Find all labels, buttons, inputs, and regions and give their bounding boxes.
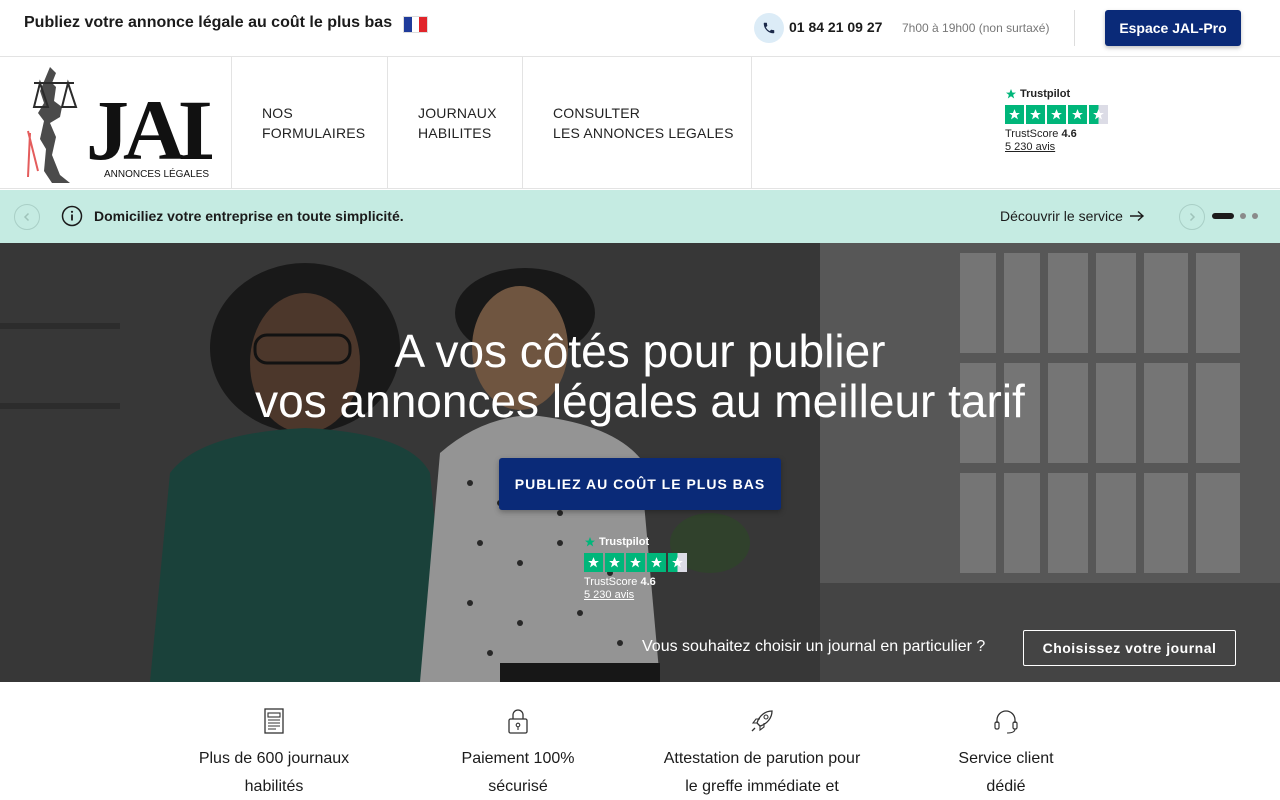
trustpilot-star-icon xyxy=(1006,89,1016,99)
divider xyxy=(751,57,752,189)
trustpilot-brand: Trustpilot xyxy=(599,536,650,548)
feature-attestation: Attestation de parution pour le greffe i… xyxy=(642,706,882,800)
rocket-icon xyxy=(751,710,773,732)
trustpilot-star-icon xyxy=(585,537,595,547)
star-icon xyxy=(1026,105,1045,124)
trustpilot-stars xyxy=(584,553,687,572)
nav-item-journaux[interactable]: JOURNAUX HABILITES xyxy=(387,57,522,189)
feature-service-client: Service client dédié xyxy=(886,706,1126,800)
journal-question: Vous souhaitez choisir un journal en par… xyxy=(642,638,986,655)
feature-line: Service client xyxy=(958,750,1054,767)
divider xyxy=(1074,10,1075,46)
nav-item-label: CONSULTER LES ANNONCES LEGALES xyxy=(553,105,734,141)
carousel-dot[interactable] xyxy=(1212,213,1234,219)
announcement-text: Domiciliez votre entreprise en toute sim… xyxy=(94,208,404,224)
feature-journaux: Plus de 600 journaux habilités xyxy=(154,706,394,800)
trustpilot-widget[interactable]: Trustpilot TrustScore 4.6 5 230 avis xyxy=(584,536,687,601)
half-star-icon xyxy=(668,553,687,572)
logo-subtext: ANNONCES LÉGALES xyxy=(104,167,209,180)
hero-title-line: vos annonces légales au meilleur tarif xyxy=(255,375,1025,427)
chevron-right-icon xyxy=(1189,212,1196,222)
trustpilot-brand: Trustpilot xyxy=(1020,88,1071,100)
newspaper-icon xyxy=(264,708,284,734)
star-icon xyxy=(626,553,645,572)
announcement-bar: Domiciliez votre entreprise en toute sim… xyxy=(0,190,1280,243)
lock-icon xyxy=(508,709,528,734)
star-icon xyxy=(1005,105,1024,124)
star-icon xyxy=(1068,105,1087,124)
star-icon xyxy=(647,553,666,572)
carousel-dot[interactable] xyxy=(1252,213,1258,219)
hero-title: A vos côtés pour publier vos annonces lé… xyxy=(0,326,1280,426)
hero-title-line: A vos côtés pour publier xyxy=(394,325,886,377)
feature-line: habilités xyxy=(244,778,304,795)
phone-icon[interactable] xyxy=(754,13,784,43)
feature-paiement: Paiement 100% sécurisé xyxy=(398,706,638,800)
nav-item-formulaires[interactable]: NOS FORMULAIRES xyxy=(231,57,387,189)
top-tagline: Publiez votre annonce légale au coût le … xyxy=(24,14,393,31)
arrow-right-icon xyxy=(1129,210,1144,222)
trustpilot-reviews-link[interactable]: 5 230 avis xyxy=(1005,141,1108,153)
feature-line: le greffe immédiate et xyxy=(685,778,839,795)
star-icon xyxy=(1047,105,1066,124)
trustscore-label: TrustScore xyxy=(584,576,638,588)
jal-logo[interactable]: JAL ANNONCES LÉGALES xyxy=(22,61,239,185)
hero-section: A vos côtés pour publier vos annonces lé… xyxy=(0,243,1280,682)
trustscore-value: 4.6 xyxy=(1061,128,1077,140)
trustscore-label: TrustScore xyxy=(1005,128,1059,140)
nav-item-label: NOS FORMULAIRES xyxy=(262,105,366,141)
info-icon xyxy=(61,205,83,227)
french-flag-icon[interactable] xyxy=(403,16,428,33)
choose-journal-button[interactable]: Choisissez votre journal xyxy=(1023,630,1236,666)
main-nav: JAL ANNONCES LÉGALES NOS FORMULAIRES JOU… xyxy=(0,57,1280,189)
trustscore-value: 4.6 xyxy=(640,576,656,588)
star-icon xyxy=(605,553,624,572)
feature-line: sécurisé xyxy=(488,778,548,795)
star-icon xyxy=(584,553,603,572)
feature-line: Paiement 100% xyxy=(461,750,575,767)
carousel-next-button[interactable] xyxy=(1179,204,1205,230)
discover-service-label: Découvrir le service xyxy=(1000,208,1123,224)
carousel-dots xyxy=(1212,213,1258,219)
espace-pro-button[interactable]: Espace JAL-Pro xyxy=(1105,10,1241,46)
phone-number-link[interactable]: 01 84 21 09 27 xyxy=(789,19,882,35)
trustpilot-widget[interactable]: Trustpilot TrustScore 4.6 5 230 avis xyxy=(1005,88,1108,153)
nav-item-consulter[interactable]: CONSULTER LES ANNONCES LEGALES xyxy=(522,57,751,189)
trustpilot-stars xyxy=(1005,105,1108,124)
feature-line: Plus de 600 journaux xyxy=(198,750,350,767)
nav-item-label: JOURNAUX HABILITES xyxy=(418,105,497,141)
half-star-icon xyxy=(1089,105,1108,124)
discover-service-link[interactable]: Découvrir le service xyxy=(1000,208,1145,224)
phone-hours: 7h00 à 19h00 (non surtaxé) xyxy=(902,21,1050,35)
feature-line: dédié xyxy=(986,778,1026,795)
feature-line: Attestation de parution pour xyxy=(663,750,861,767)
trustpilot-reviews-link[interactable]: 5 230 avis xyxy=(584,589,687,601)
carousel-prev-button[interactable] xyxy=(14,204,40,230)
headset-icon xyxy=(994,710,1018,734)
top-bar: Publiez votre annonce légale au coût le … xyxy=(0,0,1280,57)
logo-text: JAL xyxy=(86,82,212,178)
publish-cta-button[interactable]: PUBLIEZ AU COÛT LE PLUS BAS xyxy=(499,458,781,510)
carousel-dot[interactable] xyxy=(1240,213,1246,219)
chevron-left-icon xyxy=(23,212,30,222)
